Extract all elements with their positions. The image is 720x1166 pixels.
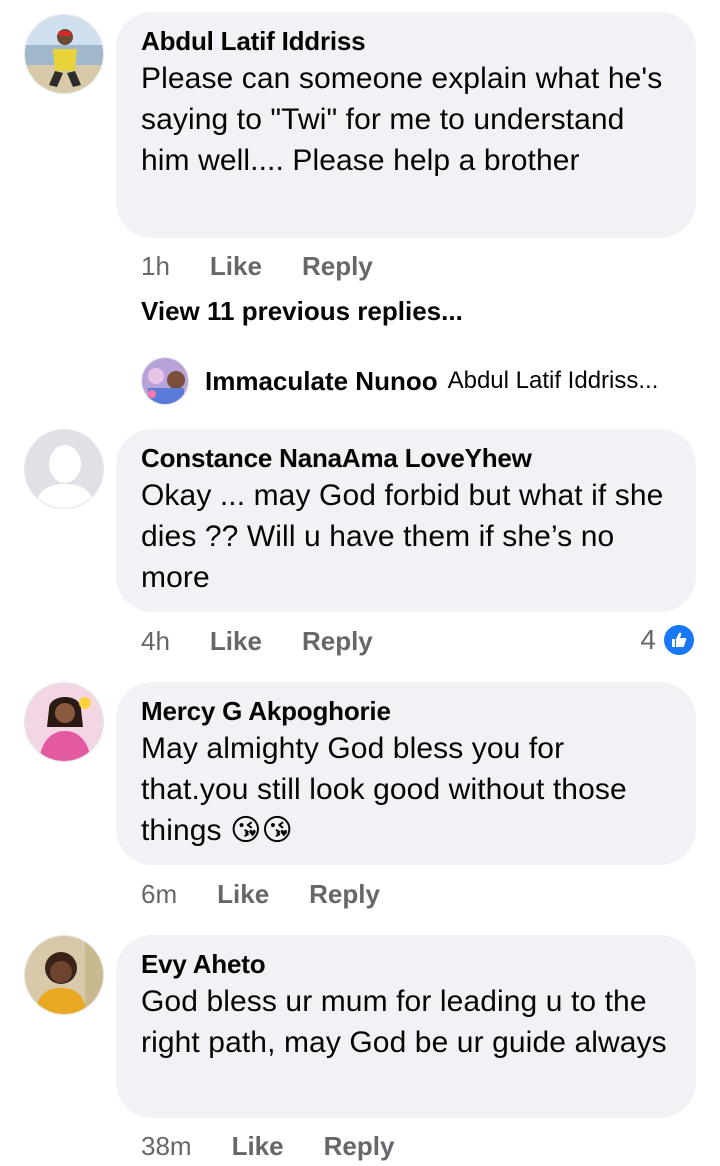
thumbs-up-icon [662, 623, 696, 657]
comment-text: May almighty God bless you for that.you … [141, 732, 627, 847]
comment-time[interactable]: 38m [141, 1131, 192, 1162]
comment-time[interactable]: 6m [141, 879, 177, 910]
comment-author[interactable]: Evy Aheto [141, 947, 672, 981]
user-photo-icon [142, 358, 188, 404]
comment-author[interactable]: Constance NanaAma LoveYhew [141, 441, 672, 475]
avatar[interactable] [141, 357, 189, 405]
reply-button[interactable]: Reply [302, 251, 373, 282]
comment-author[interactable]: Mercy G Akpoghorie [141, 694, 672, 728]
user-photo-icon [25, 15, 103, 93]
avatar[interactable] [24, 682, 104, 762]
reply-button[interactable]: Reply [324, 1131, 395, 1162]
view-previous-replies-link[interactable]: View 11 previous replies... [141, 296, 463, 327]
comment-actions: 6m Like Reply [141, 874, 420, 914]
comment-bubble: Mercy G Akpoghorie May almighty God bles… [116, 682, 696, 865]
comment-text: Okay ... may God forbid but what if she … [141, 479, 664, 594]
user-photo-icon [25, 936, 103, 1014]
comment-bubble: Abdul Latif Iddriss Please can someone e… [116, 12, 696, 238]
comment-author[interactable]: Abdul Latif Iddriss [141, 24, 672, 58]
reaction-count: 4 [640, 624, 656, 655]
reply-author[interactable]: Immaculate Nunoo [205, 366, 438, 397]
comment-text: God bless ur mum for leading u to the ri… [141, 985, 667, 1059]
comment-text: Please can someone explain what he's say… [141, 62, 663, 177]
comment-bubble: Constance NanaAma LoveYhew Okay ... may … [116, 429, 696, 612]
latest-reply-preview[interactable]: Immaculate Nunoo Abdul Latif Iddriss... [141, 355, 658, 407]
comment-time[interactable]: 4h [141, 626, 170, 657]
avatar[interactable] [24, 14, 104, 94]
comment-actions: 1h Like Reply [141, 246, 413, 286]
comment-time[interactable]: 1h [141, 251, 170, 282]
like-button[interactable]: Like [210, 626, 262, 657]
user-photo-icon [25, 683, 103, 761]
reply-button[interactable]: Reply [309, 879, 380, 910]
like-button[interactable]: Like [232, 1131, 284, 1162]
like-button[interactable]: Like [210, 251, 262, 282]
reply-button[interactable]: Reply [302, 626, 373, 657]
like-button[interactable]: Like [217, 879, 269, 910]
comment-bubble: Evy Aheto God bless ur mum for leading u… [116, 935, 696, 1118]
avatar[interactable] [24, 429, 104, 509]
reply-snippet: Abdul Latif Iddriss... [447, 367, 659, 394]
avatar[interactable] [24, 935, 104, 1015]
comment-actions: 4h Like Reply [141, 621, 413, 661]
comment-actions: 38m Like Reply [141, 1126, 434, 1166]
default-profile-icon [25, 430, 103, 508]
reaction-summary[interactable]: 4 [640, 620, 696, 660]
